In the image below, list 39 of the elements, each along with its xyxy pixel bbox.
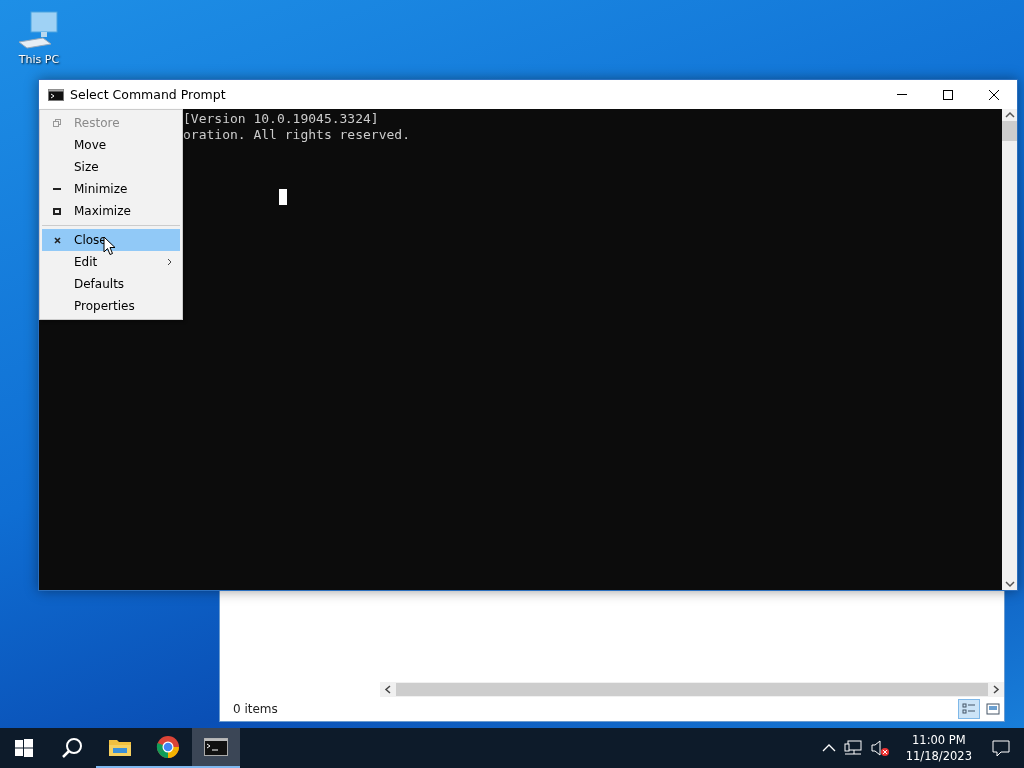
scrollbar-thumb[interactable] <box>1002 121 1017 141</box>
vertical-scrollbar[interactable] <box>1002 109 1017 590</box>
clock-date[interactable]: 11/18/2023 <box>905 748 972 764</box>
desktop-icon-label[interactable]: This PC <box>18 53 60 66</box>
minimize-icon <box>53 187 61 191</box>
console-icon <box>204 738 228 756</box>
window-title: Select Command Prompt <box>70 87 226 102</box>
browser-icon <box>156 735 180 759</box>
clock-time[interactable]: 11:00 PM <box>912 732 966 748</box>
menu-item[interactable]: Move <box>42 134 180 156</box>
windows-logo-icon <box>15 739 33 757</box>
scroll-left-icon[interactable] <box>384 685 392 694</box>
chevron-up-icon[interactable] <box>821 743 836 753</box>
restore-icon <box>53 119 61 127</box>
close-icon <box>988 88 1000 101</box>
console-text: [Version 10.0.19045.3324] <box>183 111 379 126</box>
menu-item[interactable]: Minimize <box>42 178 180 200</box>
close-icon <box>53 236 61 244</box>
scroll-right-icon[interactable] <box>992 685 1000 694</box>
folder-icon <box>108 737 132 757</box>
menu-item[interactable]: Defaults <box>42 273 180 295</box>
menu-item[interactable]: Properties <box>42 295 180 317</box>
search-icon <box>61 737 83 759</box>
notifications-icon[interactable] <box>992 739 1010 757</box>
maximize-icon <box>53 207 61 215</box>
maximize-icon <box>942 88 954 101</box>
status-text: 0 items <box>233 702 278 716</box>
minimize-icon <box>897 94 907 95</box>
text-cursor <box>279 189 287 205</box>
console-text: oration. All rights reserved. <box>183 127 410 142</box>
menu-item[interactable]: Edit <box>42 251 180 273</box>
menu-item[interactable]: Size <box>42 156 180 178</box>
muted-speaker-icon[interactable] <box>869 740 890 756</box>
menu-item[interactable]: Maximize <box>42 200 180 222</box>
network-icon[interactable] <box>843 740 862 756</box>
computer-icon[interactable] <box>17 10 61 52</box>
console-taskbar-button[interactable] <box>192 728 240 768</box>
horizontal-scrollbar[interactable] <box>380 682 1004 697</box>
console-icon[interactable] <box>48 88 64 101</box>
